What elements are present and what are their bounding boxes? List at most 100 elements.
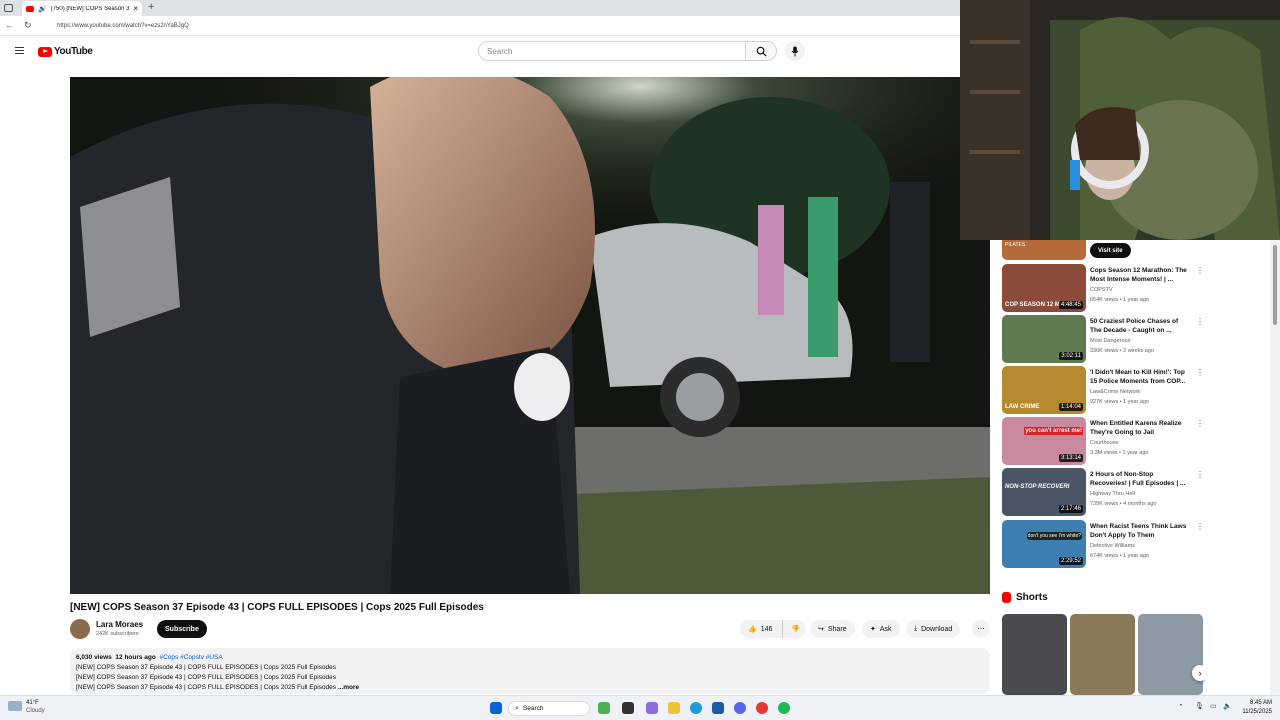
edge-icon[interactable] [690,702,702,714]
weather-desc: Cloudy [26,708,45,714]
kebab-menu-icon[interactable]: ⋮ [1196,318,1204,326]
video-player[interactable] [70,77,990,594]
visit-site-button[interactable]: Visit site [1090,243,1131,258]
url-field[interactable]: https://www.youtube.com/watch?v=ezs2nYaB… [48,19,948,33]
search-icon [756,46,767,57]
spotify-icon[interactable] [778,702,790,714]
share-button[interactable]: ↪ Share [810,620,855,638]
download-icon: ⤓ [914,625,918,632]
video-title: [NEW] COPS Season 37 Episode 43 | COPS F… [70,602,484,613]
youtube-header: YouTube Search [0,36,960,66]
channel-name[interactable]: Lara Moraes [96,620,143,629]
more-link[interactable]: ...more [338,684,359,691]
duration-badge: 4:48:45 [1058,301,1083,309]
discord-icon[interactable] [734,702,746,714]
clock-date[interactable]: 11/25/2025 [1236,709,1272,715]
weather-temp[interactable]: 41°F [26,700,39,706]
dislike-button[interactable]: 👎 [782,620,806,638]
webcam-overlay [960,0,1280,240]
description-meta: 6,030 views 12 hours ago #Cops #Copstv #… [76,653,984,663]
subscribe-button[interactable]: Subscribe [157,620,207,638]
microphone-icon[interactable]: 🎙 [1195,702,1204,710]
kebab-menu-icon[interactable]: ⋮ [1196,369,1204,377]
recommendation-channel[interactable]: COPSTV [1090,287,1113,293]
youtube-play-icon [38,46,52,57]
network-icon[interactable]: ▭ [1210,702,1217,710]
more-actions-button[interactable]: ⋯ [972,620,990,638]
clock-time[interactable]: 8:45 AM [1236,700,1272,706]
taskbar-search[interactable]: ⌕ Search [508,701,590,716]
thumbs-up-icon: 👍 [748,626,757,633]
recommendation-title: 2 Hours of Non-Stop Recoveries! | Full E… [1090,471,1186,487]
file-explorer-icon[interactable] [668,702,680,714]
recommendation-item[interactable]: 3:02:11 50 Craziest Police Chases of The… [1002,315,1205,363]
scrollbar[interactable] [1270,240,1280,695]
browser-tab[interactable]: 🔊 (750) [NEW] COPS Season 37 E × [22,1,142,16]
kebab-menu-icon[interactable]: ⋮ [1196,420,1204,428]
app-icon[interactable] [712,702,724,714]
copilot-icon[interactable] [646,702,658,714]
menu-icon[interactable] [15,47,24,54]
recommendation-channel[interactable]: Detective Williams [1090,543,1135,549]
recommendation-channel[interactable]: Most Dangerous [1090,338,1130,344]
recommendation-meta: 654K views • 1 year ago [1090,297,1150,303]
voice-search-button[interactable] [785,41,805,61]
search-input[interactable]: Search [478,41,746,61]
recommendation-item[interactable]: you can't arrest me! 3:13:14 When Entitle… [1002,417,1205,465]
recommendation-item[interactable]: COP SEASON 12 MARAT 4:48:45 Cops Season 1… [1002,264,1205,312]
tray-overflow-icon[interactable]: ⌃ [1178,703,1184,711]
volume-icon[interactable]: 🔈 [1223,702,1232,710]
app-icon[interactable] [622,702,634,714]
youtube-favicon-icon [26,5,34,12]
subscribe-label: Subscribe [165,625,199,633]
duration-badge: 3:13:14 [1058,454,1083,462]
close-tab-icon[interactable]: × [133,4,138,13]
description-box[interactable]: 6,030 views 12 hours ago #Cops #Copstv #… [70,648,990,694]
microphone-icon [791,46,799,56]
thumbnail-text: don't you see I'm white? [1026,532,1082,540]
back-icon[interactable]: ← [5,20,14,30]
ad-thumbnail[interactable]: PILATES [1002,240,1086,260]
short-thumbnail[interactable] [1070,614,1135,695]
speaker-icon[interactable]: 🔊 [38,5,47,13]
short-thumbnail[interactable] [1138,614,1203,695]
recommendation-item[interactable]: LAW CRIME 1:14:04 'I Didn't Mean to Kill … [1002,366,1205,414]
thumbnail: COP SEASON 12 MARAT 4:48:45 [1002,264,1086,312]
address-bar-row: ← ↻ https://www.youtube.com/watch?v=ezs2… [0,16,960,36]
chrome-icon[interactable] [756,702,768,714]
scrollbar-thumb[interactable] [1273,245,1277,325]
thumbnail: NON-STOP RECOVERI 2:17:46 [1002,468,1086,516]
tab-actions-icon[interactable] [4,4,13,12]
short-thumbnail[interactable] [1002,614,1067,695]
youtube-logo[interactable]: YouTube [38,46,93,57]
recommendation-channel[interactable]: Courthouse [1090,440,1118,446]
hashtags[interactable]: #Cops #Copstv #USA [160,654,223,661]
recommendation-item[interactable]: NON-STOP RECOVERI 2:17:46 2 Hours of Non-… [1002,468,1205,516]
recommendation-meta: 927K views • 1 year ago [1090,399,1150,405]
url-text: https://www.youtube.com/watch?v=ezs2nYaB… [57,23,189,29]
description-line: [NEW] COPS Season 37 Episode 43 | COPS F… [76,664,337,671]
shorts-icon [1002,592,1011,603]
logo-text: YouTube [54,46,93,57]
recommendation-channel[interactable]: Highway Thru Hell [1090,491,1135,497]
start-icon[interactable] [490,702,502,714]
download-button[interactable]: ⤓ Download [906,620,961,638]
duration-badge: 1:14:04 [1058,403,1083,411]
recommendation-channel[interactable]: Law&Crime Network [1090,389,1140,395]
tab-title: (750) [NEW] COPS Season 37 E [50,5,130,12]
shorts-next-button[interactable]: › [1192,665,1205,681]
new-tab-icon[interactable]: + [148,1,154,13]
kebab-menu-icon[interactable]: ⋮ [1196,523,1204,531]
kebab-menu-icon[interactable]: ⋮ [1196,267,1204,275]
reload-icon[interactable]: ↻ [24,20,32,31]
weather-icon[interactable] [8,701,22,711]
thumbnail: don't you see I'm white? 2:29:52 [1002,520,1086,568]
app-icon[interactable] [598,702,610,714]
recommendation-item[interactable]: don't you see I'm white? 2:29:52 When Rac… [1002,520,1205,568]
recommendation-meta: 674K views • 1 year ago [1090,553,1150,559]
kebab-menu-icon[interactable]: ⋮ [1196,471,1204,479]
search-button[interactable] [745,41,777,61]
ask-button[interactable]: ✦ Ask [862,620,900,638]
channel-avatar[interactable] [70,619,90,639]
shorts-header: Shorts [1002,592,1048,603]
